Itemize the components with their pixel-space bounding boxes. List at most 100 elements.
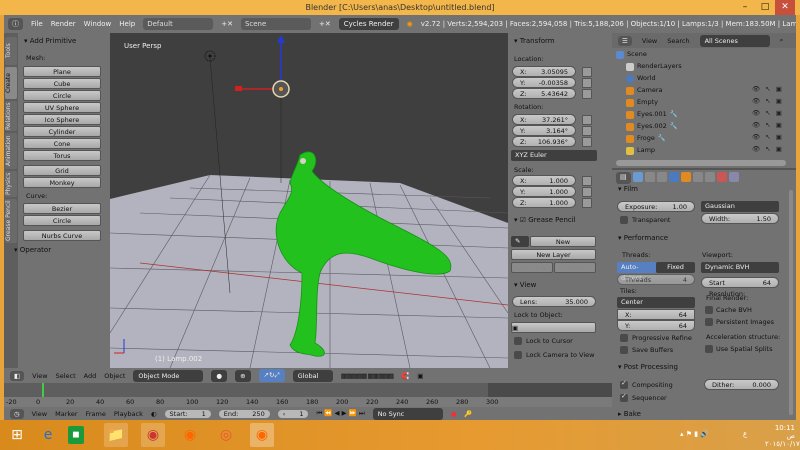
lock-icon[interactable]	[582, 137, 592, 147]
outliner-filter-select[interactable]: All Scenes	[699, 34, 770, 47]
add-circle-button[interactable]: Circle	[23, 90, 101, 101]
editor-type-icon[interactable]: ⓘ	[8, 18, 23, 30]
constraints-tab-icon[interactable]	[692, 172, 703, 182]
menu-playback[interactable]: Playback	[114, 410, 143, 418]
blender-icon[interactable]: ◉	[178, 423, 202, 447]
lock-icon[interactable]	[582, 198, 592, 208]
add-nurbs-curve-button[interactable]: Nurbs Curve	[23, 230, 101, 241]
tab-grease-pencil[interactable]: Grease Pencil	[5, 199, 17, 243]
file-explorer-icon[interactable]: 📁	[104, 423, 128, 447]
cache-bvh-checkbox[interactable]	[705, 306, 713, 314]
outliner-item-eyes002[interactable]: Eyes.002 🔧	[626, 121, 678, 132]
language-indicator[interactable]: ع	[743, 430, 747, 438]
lock-camera-checkbox[interactable]	[514, 351, 522, 359]
threads-fixed-button[interactable]: Fixed	[656, 262, 695, 273]
lock-icon[interactable]	[582, 187, 592, 197]
add-ico-sphere-button[interactable]: Ico Sphere	[23, 114, 101, 125]
performance-header[interactable]: ▾ Performance	[618, 234, 668, 242]
houdini-icon[interactable]: ◎	[214, 423, 238, 447]
visibility-toggles[interactable]: 👁↖▣	[752, 121, 787, 129]
tile-y-field[interactable]: Y: 64	[617, 320, 695, 331]
visibility-toggles[interactable]: 👁↖▣	[752, 133, 787, 141]
scene-selector[interactable]: Scene	[240, 18, 311, 30]
location-z-field[interactable]: Z: 5.43642	[512, 88, 576, 99]
gp-delete-frame-button[interactable]: Delete Fra...	[511, 262, 553, 273]
film-header[interactable]: ▾ Film	[618, 185, 638, 193]
visibility-toggles[interactable]: 👁↖▣	[752, 145, 787, 153]
transparent-checkbox[interactable]	[620, 216, 628, 224]
timeline[interactable]: -20 0 20 40 60 80 100 120 140 160 180 200 220 240 260 2…	[4, 383, 612, 407]
tray-icons[interactable]: ▴ ⚑ ▮ 🔊	[680, 430, 709, 438]
render-tab-icon[interactable]	[632, 172, 643, 182]
pivot-select[interactable]: ⊕	[235, 369, 251, 382]
add-grid-button[interactable]: Grid	[23, 165, 101, 176]
material-tab-icon[interactable]	[716, 172, 727, 182]
outliner-view-menu[interactable]: View	[642, 37, 657, 45]
operator-header[interactable]: ▾ Operator	[14, 246, 51, 254]
rotation-z-field[interactable]: Z: 106.936°	[512, 136, 576, 147]
blender-active-icon[interactable]: ◉	[250, 423, 274, 447]
menu-frame[interactable]: Frame	[86, 410, 106, 418]
lens-field[interactable]: Lens: 35.000	[512, 296, 596, 307]
outliner-item-renderlayers[interactable]: RenderLayers	[626, 61, 682, 72]
add-uv-sphere-button[interactable]: UV Sphere	[23, 102, 101, 113]
lock-object-field[interactable]: ▣	[511, 322, 596, 333]
menu-object[interactable]: Object	[104, 372, 125, 380]
spatial-splits-checkbox[interactable]	[705, 345, 713, 353]
tab-animation[interactable]: Animation	[5, 133, 17, 169]
pencil-icon[interactable]: ✎	[511, 236, 529, 247]
sync-select[interactable]: No Sync	[372, 407, 443, 420]
add-bezier-button[interactable]: Bezier	[23, 203, 101, 214]
outliner-horizontal-scrollbar[interactable]	[616, 160, 786, 166]
outliner-item-lamp[interactable]: Lamp	[626, 145, 655, 156]
properties-scrollbar[interactable]	[789, 190, 793, 415]
lock-icon[interactable]	[582, 176, 592, 186]
outliner-item-scene[interactable]: Scene	[616, 49, 647, 60]
add-torus-button[interactable]: Torus	[23, 150, 101, 161]
add-plane-button[interactable]: Plane	[23, 66, 101, 77]
store-icon[interactable]: ◼	[68, 426, 84, 444]
layers-tab-icon[interactable]	[644, 172, 655, 182]
editor-type-icon[interactable]: ◷	[10, 408, 24, 419]
shading-select[interactable]: ●	[211, 369, 228, 382]
3d-viewport[interactable]: User Persp (1) Lamp.002	[110, 33, 508, 368]
menu-add[interactable]: Add	[84, 372, 97, 380]
mode-select[interactable]: Object Mode	[133, 369, 204, 382]
compositing-checkbox[interactable]	[620, 379, 628, 389]
search-icon[interactable]: ⌕	[780, 36, 784, 45]
viewport-bvh-select[interactable]: Dynamic BVH	[701, 262, 779, 273]
sequencer-checkbox[interactable]	[620, 392, 628, 402]
transform-header[interactable]: ▾ Transform	[514, 37, 555, 45]
render-icon[interactable]: ▣	[417, 372, 423, 380]
rotation-y-field[interactable]: Y: 3.164°	[512, 125, 576, 136]
manipulator-icons[interactable]: ↗↻⤢	[258, 369, 285, 382]
scale-y-field[interactable]: Y: 1.000	[512, 186, 576, 197]
tab-tools[interactable]: Tools	[5, 37, 17, 65]
layout-selector[interactable]: Default	[143, 18, 214, 30]
menu-file[interactable]: File	[31, 20, 43, 28]
view-header[interactable]: ▾ View	[514, 281, 536, 289]
minimize-button[interactable]: –	[735, 0, 755, 15]
add-cylinder-button[interactable]: Cylinder	[23, 126, 101, 137]
object-tab-icon[interactable]	[680, 172, 691, 182]
internet-explorer-icon[interactable]: e	[36, 423, 60, 447]
lock-cursor-checkbox[interactable]	[514, 337, 522, 345]
progressive-refine-checkbox[interactable]	[620, 334, 628, 342]
threads-autodetect-button[interactable]: Auto-detect	[617, 262, 656, 282]
menu-view[interactable]: View	[32, 410, 47, 418]
preview-range-icon[interactable]: ◐	[151, 410, 157, 418]
rotation-mode-select[interactable]: XYZ Euler	[511, 150, 597, 161]
playback-controls[interactable]: ⏮ ⏪ ◀ ▶ ⏩ ⏭	[316, 409, 364, 418]
world-tab-icon[interactable]	[668, 172, 679, 182]
visibility-toggles[interactable]: 👁↖▣	[752, 97, 787, 105]
menu-select[interactable]: Select	[56, 372, 76, 380]
snap-icon[interactable]: 🧲	[401, 372, 409, 380]
filter-type-select[interactable]: Gaussian	[701, 201, 779, 212]
outliner-editor-icon[interactable]: ☰	[618, 35, 632, 46]
menu-help[interactable]: Help	[119, 20, 135, 28]
add-cone-button[interactable]: Cone	[23, 138, 101, 149]
exposure-field[interactable]: Exposure: 1.00	[617, 201, 695, 212]
persistent-images-checkbox[interactable]	[705, 318, 713, 326]
outliner-item-eyes001[interactable]: Eyes.001 🔧	[626, 109, 678, 120]
orientation-select[interactable]: Global	[292, 369, 333, 382]
